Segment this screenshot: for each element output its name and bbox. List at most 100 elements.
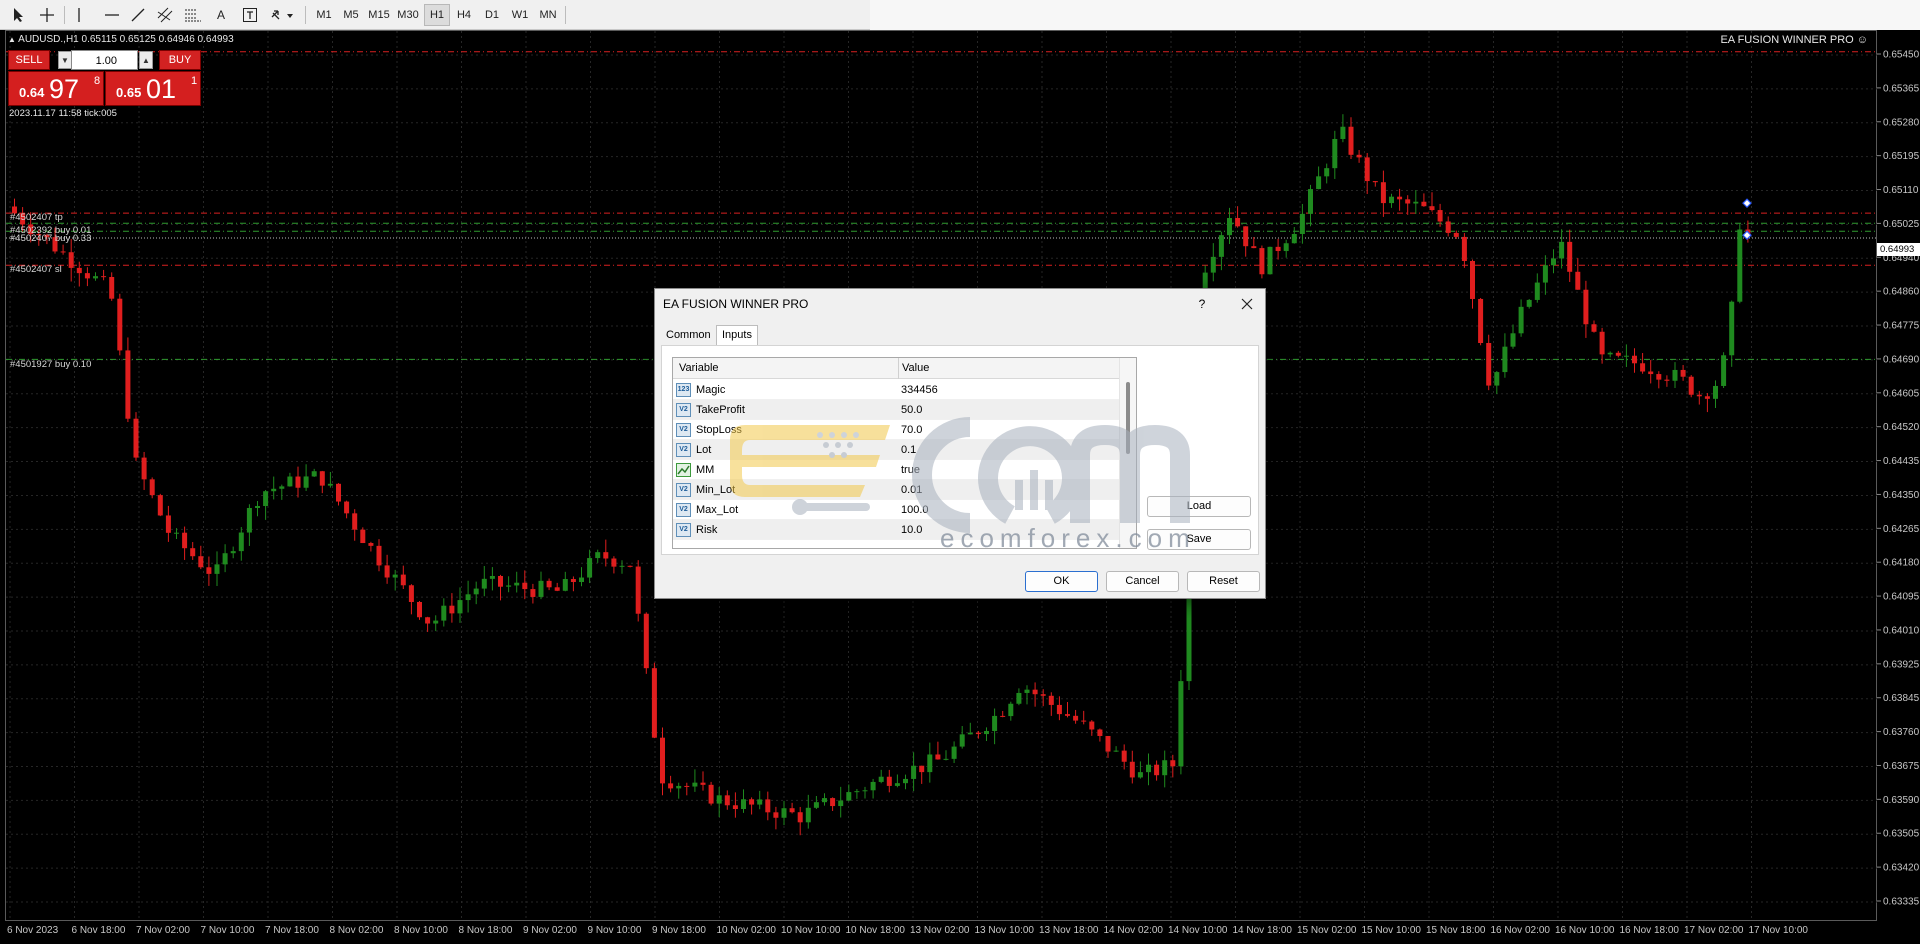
order-label-tp[interactable]: #4502407 tp (10, 212, 63, 223)
channel-tool-icon[interactable] (154, 4, 176, 26)
candle-bear (1445, 221, 1451, 233)
expert-advisor-name[interactable]: EA FUSION WINNER PRO ☺ (1720, 34, 1868, 46)
candle-bear (84, 273, 90, 279)
order-label-buy-3[interactable]: #4501927 buy 0.10 (10, 359, 91, 370)
variable-value[interactable]: 334456 (901, 384, 938, 396)
bid-price-button[interactable]: 0.64 97 8 (8, 71, 104, 106)
trendline-tool-icon[interactable] (128, 4, 148, 26)
candle-bear (425, 617, 431, 624)
fibonacci-tool-icon[interactable] (182, 4, 204, 26)
help-button[interactable]: ? (1192, 294, 1212, 314)
candle-bull (911, 765, 917, 779)
timeframe-m30[interactable]: M30 (394, 4, 422, 26)
text-label-tool-icon[interactable] (240, 4, 260, 26)
column-divider[interactable] (898, 358, 899, 379)
table-row[interactable]: V2 Max_Lot 100.0 (673, 500, 1119, 520)
time-tick-label: 13 Nov 02:00 (910, 925, 970, 936)
variable-value[interactable]: true (901, 464, 920, 476)
candle-bull (174, 532, 179, 534)
vertical-line-tool-icon[interactable] (72, 4, 86, 26)
variable-value[interactable]: 100.0 (901, 504, 929, 516)
time-tick-label: 14 Nov 10:00 (1168, 925, 1228, 936)
column-value[interactable]: Value (902, 362, 929, 374)
sell-button[interactable]: SELL (8, 50, 50, 70)
table-row-partial[interactable] (673, 540, 1119, 548)
price-tick-label: 0.64520 (1883, 422, 1920, 433)
order-label-sl[interactable]: #4502407 sl (10, 264, 62, 275)
table-row[interactable]: MM true (673, 460, 1119, 480)
time-tick-label: 10 Nov 10:00 (781, 925, 841, 936)
timeframe-mn[interactable]: MN (535, 4, 561, 26)
bid-price-main: 97 (49, 74, 80, 104)
table-row[interactable]: V2 StopLoss 70.0 (673, 420, 1119, 440)
candle-bear (1696, 394, 1702, 397)
inputs-table-scrollbar[interactable] (1119, 358, 1136, 548)
ask-price-button[interactable]: 0.65 01 1 (105, 71, 201, 106)
timeframe-d1[interactable]: D1 (479, 4, 505, 26)
candle-bull (1299, 213, 1305, 234)
chart-toolbar: A M1 M5 M15 M30 H1 H4 D1 W1 MN (0, 0, 1920, 30)
candle-bull (1729, 301, 1735, 356)
candle-bear (1421, 201, 1427, 207)
buy-button[interactable]: BUY (159, 50, 201, 70)
candle-bear (1105, 735, 1111, 752)
table-row[interactable]: V2 TakeProfit 50.0 (673, 400, 1119, 420)
candle-bear (1575, 271, 1581, 290)
lot-size-input[interactable]: 1.00 (71, 50, 138, 70)
candle-bull (1137, 772, 1143, 778)
load-button[interactable]: Load (1147, 496, 1251, 517)
order-label-buy-2[interactable]: #4502407 buy 0.33 (10, 233, 91, 244)
scrollbar-thumb[interactable] (1126, 382, 1130, 454)
table-row[interactable]: V2 Lot 0.1 (673, 440, 1119, 460)
candle-bull (967, 732, 973, 735)
cursor-tool-icon[interactable] (8, 4, 30, 26)
column-variable[interactable]: Variable (679, 362, 719, 374)
candle-bear (627, 565, 633, 567)
arrows-tool-dropdown-icon[interactable] (268, 4, 296, 26)
candle-bull (1551, 258, 1556, 266)
candle-bull (1178, 681, 1184, 767)
candle-bear (1615, 352, 1621, 356)
timeframe-m15[interactable]: M15 (366, 4, 392, 26)
ok-button[interactable]: OK (1025, 571, 1098, 592)
variable-name: MM (696, 464, 715, 476)
tab-common[interactable]: Common (661, 325, 716, 345)
timeframe-w1[interactable]: W1 (507, 4, 533, 26)
crosshair-tool-icon[interactable] (36, 4, 58, 26)
lot-increase-button[interactable]: ▲ (139, 51, 153, 69)
price-tick-label: 0.65450 (1883, 50, 1920, 61)
table-row[interactable]: 123 Magic 334456 (673, 380, 1119, 400)
candle-bull (1494, 372, 1500, 386)
cancel-button[interactable]: Cancel (1106, 571, 1179, 592)
timeframe-m1[interactable]: M1 (311, 4, 337, 26)
tab-inputs[interactable]: Inputs (716, 325, 758, 345)
candle-bear (611, 558, 617, 567)
timeframe-h1[interactable]: H1 (424, 4, 450, 26)
candle-bear (1567, 241, 1573, 272)
variable-value[interactable]: 0.01 (901, 484, 922, 496)
candle-bull (1291, 233, 1297, 244)
candle-bull (1721, 355, 1727, 386)
candle-bull (805, 807, 811, 823)
double-variable-icon: V2 (676, 423, 691, 437)
table-row[interactable]: V2 Risk 10.0 (673, 520, 1119, 540)
timeframe-m5[interactable]: M5 (338, 4, 364, 26)
text-tool-icon[interactable]: A (212, 4, 230, 26)
reset-button[interactable]: Reset (1187, 571, 1260, 592)
save-button[interactable]: Save (1147, 529, 1251, 550)
variable-value[interactable]: 10.0 (901, 524, 922, 536)
time-tick-label: 7 Nov 10:00 (201, 925, 255, 936)
table-row[interactable]: V2 Min_Lot 0.01 (673, 480, 1119, 500)
timeframe-h4[interactable]: H4 (451, 4, 477, 26)
horizontal-line-tool-icon[interactable] (102, 4, 122, 26)
lot-decrease-button[interactable]: ▼ (58, 51, 72, 69)
price-axis: 0.65450 0.65365 0.65280 0.65195 0.65110 0.650… (1877, 30, 1920, 921)
variable-value[interactable]: 0.1 (901, 444, 916, 456)
variable-value[interactable]: 70.0 (901, 424, 922, 436)
candle-bear (919, 765, 925, 773)
candle-bull (506, 585, 512, 587)
time-tick-label: 6 Nov 2023 (7, 925, 59, 936)
variable-value[interactable]: 50.0 (901, 404, 922, 416)
close-icon[interactable] (1235, 292, 1259, 316)
candle-bull (93, 276, 98, 279)
